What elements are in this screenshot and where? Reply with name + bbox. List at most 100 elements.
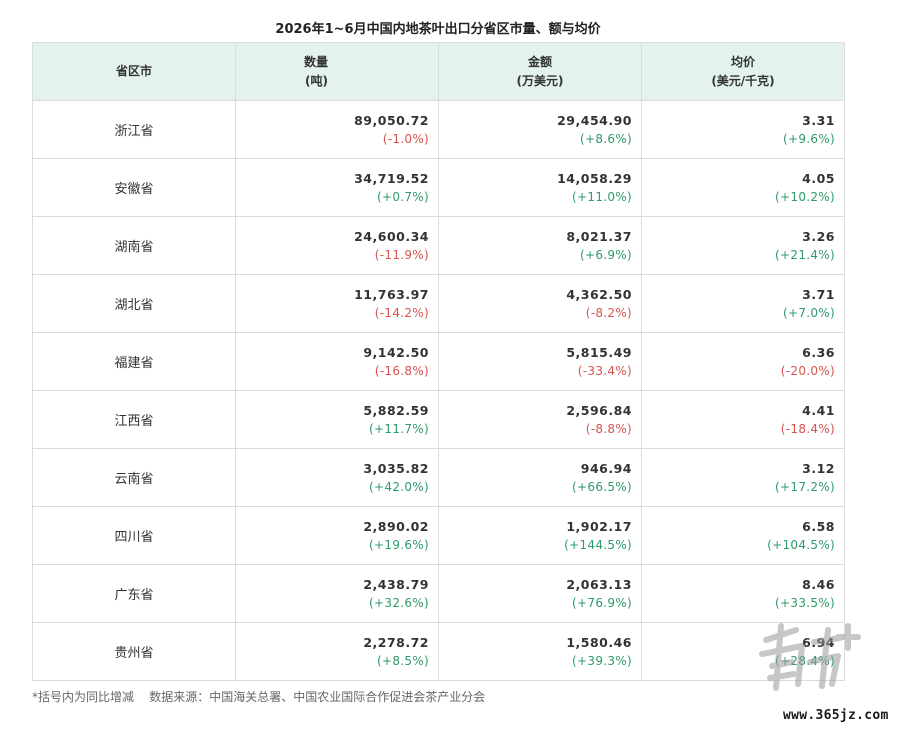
price-value: 4.05 (802, 170, 835, 186)
table-row: 浙江省 89,050.72 (-1.0%) 29,454.90 (+8.6%) 3.31 (… (32, 100, 845, 159)
table-header-row: 省区市 数量 (吨) 金额 (万美元) 均价 (美元/千克) (32, 42, 845, 101)
price-change: (+9.6%) (782, 131, 835, 146)
quantity-change: (+19.6%) (369, 537, 429, 552)
price-change: (+10.2%) (775, 189, 835, 204)
quantity-change: (-16.8%) (374, 363, 429, 378)
price-cell: 6.58 (+104.5%) (641, 506, 845, 565)
province-cell: 浙江省 (32, 100, 236, 159)
table-row: 贵州省 2,278.72 (+8.5%) 1,580.46 (+39.3%) 6.94 (+… (32, 622, 845, 681)
export-table: 省区市 数量 (吨) 金额 (万美元) 均价 (美元/千克) 浙江省 89,050.72… (32, 42, 845, 681)
quantity-cell: 2,438.79 (+32.6%) (235, 564, 439, 623)
province-cell: 湖南省 (32, 216, 236, 275)
amount-change: (+11.0%) (572, 189, 632, 204)
table-row: 江西省 5,882.59 (+11.7%) 2,596.84 (-8.8%) 4.41 (-… (32, 390, 845, 449)
province-cell: 湖北省 (32, 274, 236, 333)
table-row: 湖南省 24,600.34 (-11.9%) 8,021.37 (+6.9%) 3.26 (… (32, 216, 845, 275)
price-change: (+104.5%) (767, 537, 835, 552)
amount-cell: 1,902.17 (+144.5%) (438, 506, 642, 565)
province-cell: 云南省 (32, 448, 236, 507)
price-cell: 6.36 (-20.0%) (641, 332, 845, 391)
header-price: 均价 (美元/千克) (641, 42, 845, 101)
header-amount: 金额 (万美元) (438, 42, 642, 101)
quantity-value: 89,050.72 (354, 112, 429, 128)
price-value: 3.12 (802, 460, 835, 476)
price-change: (+7.0%) (782, 305, 835, 320)
header-quantity: 数量 (吨) (235, 42, 439, 101)
price-change: (+33.5%) (775, 595, 835, 610)
price-value: 3.26 (802, 228, 835, 244)
quantity-value: 34,719.52 (354, 170, 429, 186)
quantity-value: 9,142.50 (363, 344, 429, 360)
amount-cell: 1,580.46 (+39.3%) (438, 622, 642, 681)
quantity-change: (-14.2%) (374, 305, 429, 320)
quantity-change: (+0.7%) (376, 189, 429, 204)
province-cell: 福建省 (32, 332, 236, 391)
amount-cell: 2,063.13 (+76.9%) (438, 564, 642, 623)
amount-change: (+144.5%) (564, 537, 632, 552)
amount-value: 2,063.13 (566, 576, 632, 592)
table-title: 2026年1~6月中国内地茶叶出口分省区市量、额与均价 (275, 22, 601, 37)
price-value: 8.46 (802, 576, 835, 592)
amount-value: 2,596.84 (566, 402, 632, 418)
amount-value: 1,580.46 (566, 634, 632, 650)
quantity-cell: 24,600.34 (-11.9%) (235, 216, 439, 275)
quantity-value: 2,890.02 (363, 518, 429, 534)
quantity-value: 3,035.82 (363, 460, 429, 476)
amount-change: (-8.2%) (585, 305, 632, 320)
amount-cell: 2,596.84 (-8.8%) (438, 390, 642, 449)
province-cell: 江西省 (32, 390, 236, 449)
quantity-value: 2,438.79 (363, 576, 429, 592)
amount-cell: 8,021.37 (+6.9%) (438, 216, 642, 275)
table-row: 福建省 9,142.50 (-16.8%) 5,815.49 (-33.4%) 6.36 (… (32, 332, 845, 391)
price-cell: 3.26 (+21.4%) (641, 216, 845, 275)
quantity-cell: 2,890.02 (+19.6%) (235, 506, 439, 565)
quantity-cell: 11,763.97 (-14.2%) (235, 274, 439, 333)
amount-value: 14,058.29 (557, 170, 632, 186)
quantity-cell: 5,882.59 (+11.7%) (235, 390, 439, 449)
price-change: (-20.0%) (780, 363, 835, 378)
quantity-change: (+42.0%) (369, 479, 429, 494)
price-cell: 4.41 (-18.4%) (641, 390, 845, 449)
amount-value: 5,815.49 (566, 344, 632, 360)
amount-cell: 5,815.49 (-33.4%) (438, 332, 642, 391)
price-value: 3.71 (802, 286, 835, 302)
quantity-value: 11,763.97 (354, 286, 429, 302)
amount-value: 946.94 (580, 460, 632, 476)
quantity-value: 5,882.59 (363, 402, 429, 418)
amount-change: (-8.8%) (585, 421, 632, 436)
price-value: 6.36 (802, 344, 835, 360)
amount-change: (+66.5%) (572, 479, 632, 494)
quantity-value: 24,600.34 (354, 228, 429, 244)
amount-change: (+39.3%) (572, 653, 632, 668)
amount-value: 29,454.90 (557, 112, 632, 128)
price-change: (+17.2%) (775, 479, 835, 494)
header-province: 省区市 (32, 42, 236, 101)
quantity-change: (+11.7%) (369, 421, 429, 436)
price-cell: 4.05 (+10.2%) (641, 158, 845, 217)
table-row: 安徽省 34,719.52 (+0.7%) 14,058.29 (+11.0%) 4.05… (32, 158, 845, 217)
amount-cell: 946.94 (+66.5%) (438, 448, 642, 507)
price-change: (+21.4%) (775, 247, 835, 262)
amount-change: (-33.4%) (577, 363, 632, 378)
price-cell: 3.31 (+9.6%) (641, 100, 845, 159)
amount-change: (+76.9%) (572, 595, 632, 610)
quantity-change: (+8.5%) (376, 653, 429, 668)
amount-cell: 29,454.90 (+8.6%) (438, 100, 642, 159)
province-cell: 安徽省 (32, 158, 236, 217)
price-cell: 3.71 (+7.0%) (641, 274, 845, 333)
amount-change: (+6.9%) (579, 247, 632, 262)
province-cell: 贵州省 (32, 622, 236, 681)
footnote: *括号内为同比增减 数据来源：中国海关总署、中国农业国际合作促进会茶产业分会 (32, 690, 486, 704)
price-cell: 8.46 (+33.5%) (641, 564, 845, 623)
table-row: 四川省 2,890.02 (+19.6%) 1,902.17 (+144.5%) 6.58… (32, 506, 845, 565)
amount-value: 1,902.17 (566, 518, 632, 534)
quantity-cell: 3,035.82 (+42.0%) (235, 448, 439, 507)
amount-value: 8,021.37 (566, 228, 632, 244)
quantity-cell: 34,719.52 (+0.7%) (235, 158, 439, 217)
amount-change: (+8.6%) (579, 131, 632, 146)
quantity-change: (-11.9%) (374, 247, 429, 262)
price-cell: 3.12 (+17.2%) (641, 448, 845, 507)
quantity-change: (-1.0%) (382, 131, 429, 146)
quantity-value: 2,278.72 (363, 634, 429, 650)
table-row: 湖北省 11,763.97 (-14.2%) 4,362.50 (-8.2%) 3.71 (… (32, 274, 845, 333)
